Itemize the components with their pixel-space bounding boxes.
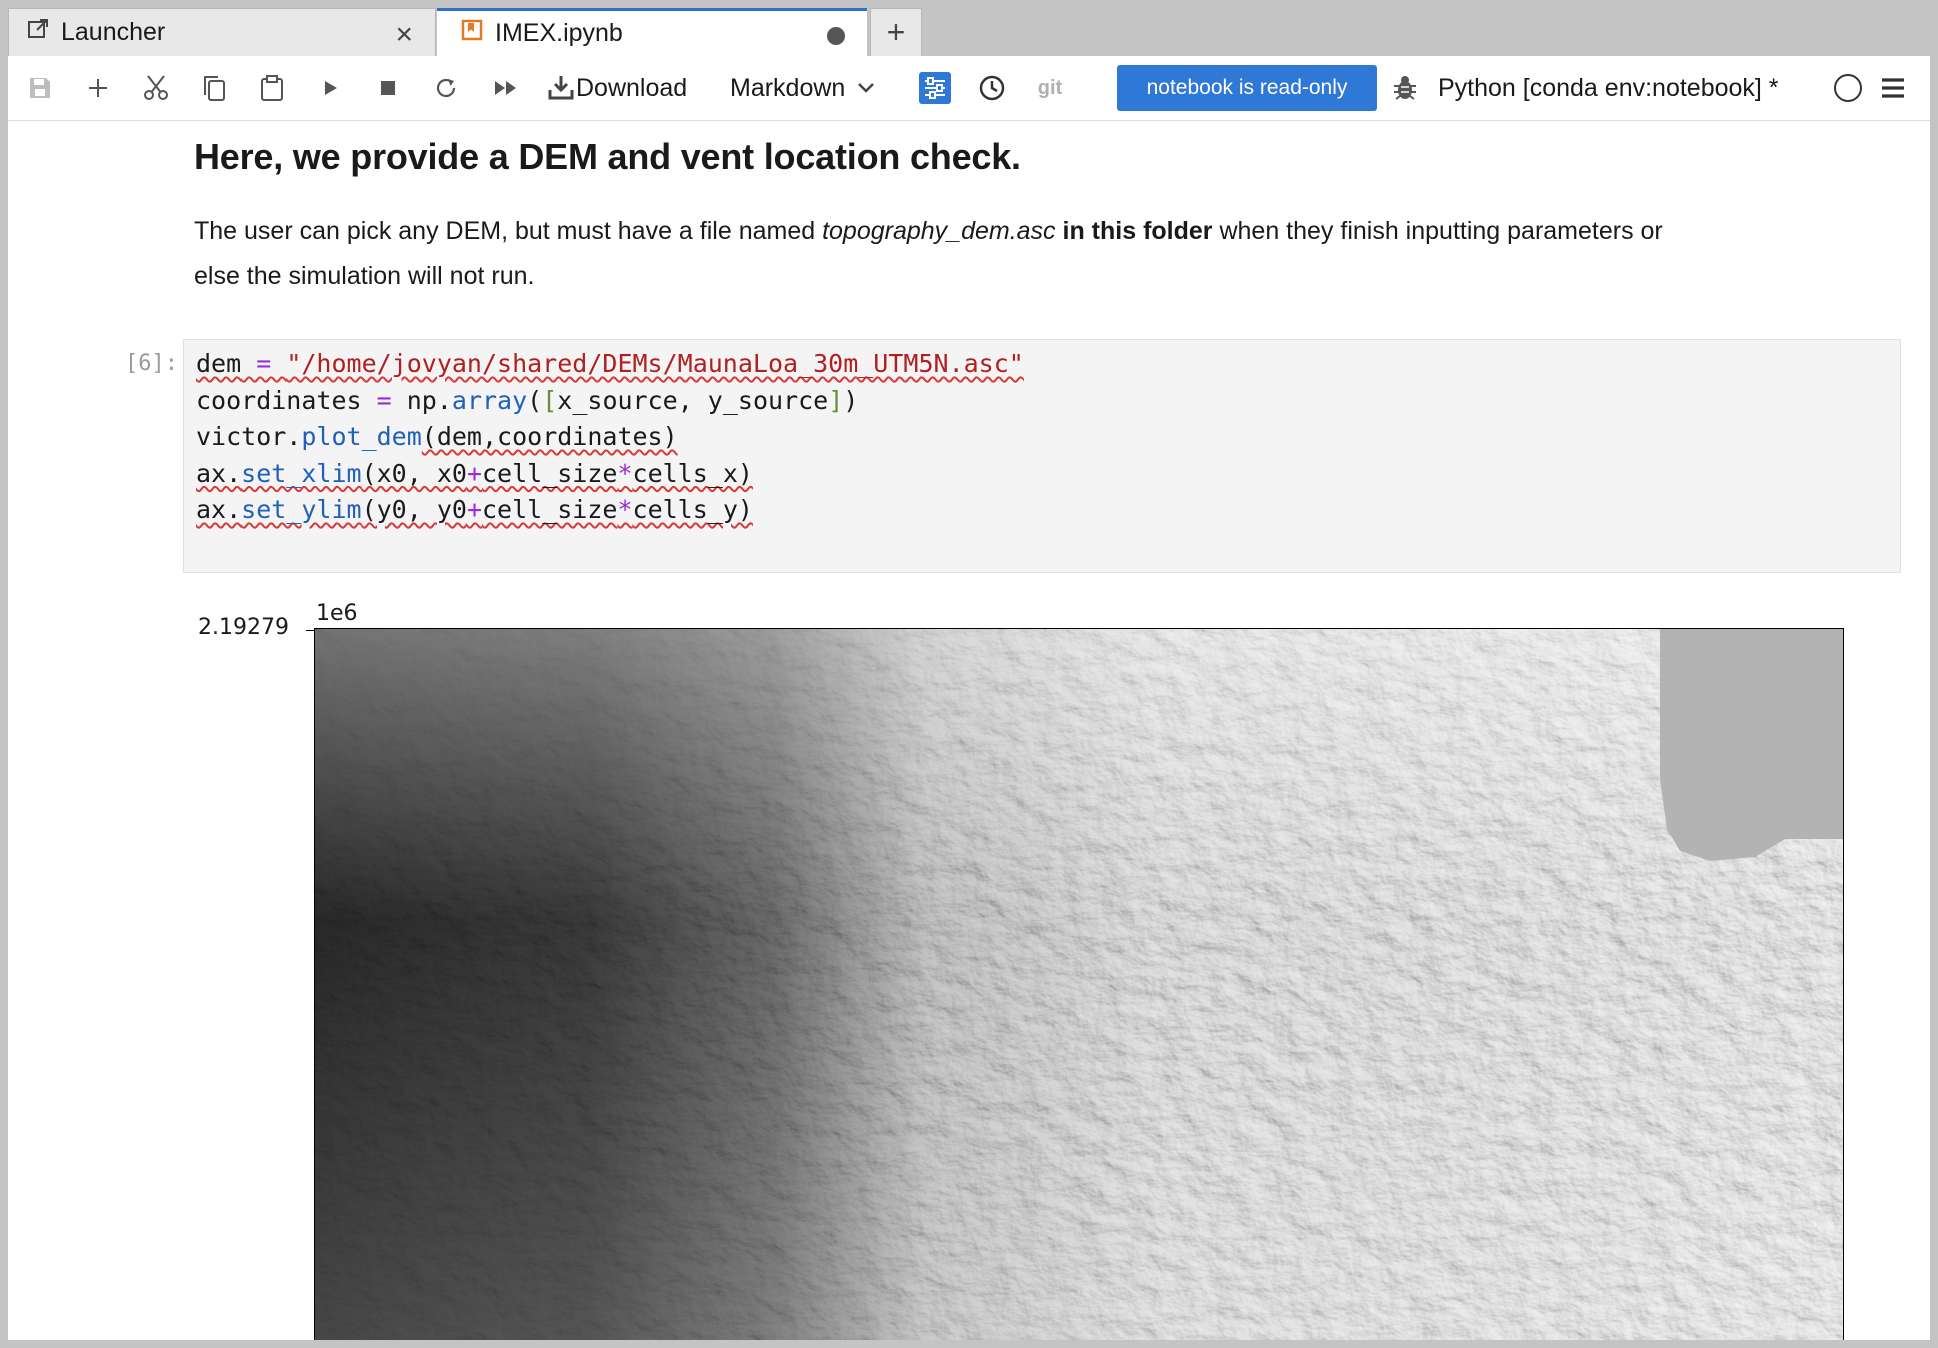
code-token: * — [617, 495, 633, 524]
kernel-name[interactable]: Python [conda env:notebook] * — [1438, 70, 1779, 106]
code-token: coordinates — [196, 385, 377, 415]
play-icon — [320, 78, 340, 98]
code-token: array — [451, 385, 528, 415]
hamburger-menu-icon — [1880, 77, 1906, 99]
code-token: ax. — [196, 495, 242, 524]
code-token: victor. — [196, 422, 302, 451]
markdown-heading: Here, we provide a DEM and vent location… — [194, 136, 1021, 177]
code-token: (dem,coordinates) — [421, 422, 678, 451]
tab-launcher-label: Launcher — [61, 18, 166, 46]
notebook-toolbar: Download Markdown git notebook is read-o… — [8, 56, 1930, 121]
code-token: cell_size — [482, 495, 618, 524]
stop-icon — [379, 79, 397, 97]
chevron-down-icon — [857, 82, 875, 94]
copy-icon — [201, 74, 227, 102]
code-token: [ — [542, 385, 558, 415]
download-icon — [548, 74, 574, 102]
external-link-icon — [27, 18, 49, 47]
git-label: git — [1037, 76, 1063, 99]
property-inspector-button[interactable] — [918, 70, 952, 106]
readonly-badge[interactable]: notebook is read-only — [1117, 65, 1377, 111]
fast-forward-icon — [493, 78, 519, 98]
unsaved-changes-indicator[interactable] — [827, 27, 845, 45]
interrupt-kernel-button[interactable] — [370, 70, 406, 106]
bug-icon — [1392, 74, 1418, 102]
code-token: ax.set_xlim(x0, x0+cell_size*cells_x) — [196, 459, 753, 488]
para-bold: in this folder — [1055, 217, 1213, 245]
restart-kernel-button[interactable] — [428, 70, 464, 106]
save-icon — [28, 76, 52, 100]
cell-type-dropdown[interactable]: Markdown — [730, 70, 900, 106]
scissors-icon — [142, 74, 170, 102]
notebook-panel: Download Markdown git notebook is read-o… — [8, 56, 1930, 1340]
download-label: Download — [576, 73, 688, 102]
code-token: plot_dem — [301, 422, 422, 451]
debugger-button[interactable] — [1388, 70, 1422, 106]
code-token: + — [466, 495, 482, 524]
code-token: ( — [527, 385, 543, 415]
code-token: x_source, y_source — [557, 385, 829, 415]
code-token: set_xlim — [241, 458, 362, 488]
plus-icon: + — [886, 14, 906, 50]
y-axis-offset-label: 1e6 — [316, 601, 358, 626]
code-token: np. — [391, 385, 452, 415]
dem-hillshade-plot — [314, 628, 1844, 1340]
plus-icon — [87, 77, 109, 99]
code-token: * — [617, 458, 633, 488]
code-token: "/home/jovyan/shared/DEMs/MaunaLoa_30m_U… — [286, 349, 1024, 378]
tab-bar: Launcher × IMEX.ipynb + — [8, 8, 1930, 56]
code-token: set_ylim — [241, 495, 362, 524]
tab-launcher[interactable]: Launcher × — [8, 8, 436, 56]
code-token: ) — [843, 385, 859, 415]
tab-imex-label: IMEX.ipynb — [495, 19, 623, 47]
settings-sliders-icon — [919, 72, 951, 104]
para-text-1: The user can pick any DEM, but must have… — [194, 217, 823, 245]
save-button[interactable] — [22, 70, 58, 106]
code-token: (y0, y0 — [361, 495, 467, 524]
terrain-highlight — [315, 629, 1843, 1340]
dem-hillshade-image — [315, 629, 1843, 1340]
insert-cell-button[interactable] — [80, 70, 116, 106]
clock-icon — [978, 74, 1006, 102]
markdown-paragraph: The user can pick any DEM, but must have… — [194, 209, 1694, 299]
code-token: (x0, x0 — [361, 458, 467, 488]
code-token: cells_y) — [632, 495, 753, 524]
kernel-idle-icon — [1833, 73, 1863, 103]
code-token: ax.set_ylim(y0, y0+cell_size*cells_y) — [196, 495, 753, 524]
refresh-icon — [434, 76, 458, 100]
code-token: ax. — [196, 458, 242, 488]
paste-cell-button[interactable] — [254, 70, 290, 106]
copy-cell-button[interactable] — [196, 70, 232, 106]
code-token: = — [376, 385, 392, 415]
cell-type-value: Markdown — [730, 73, 846, 102]
history-button[interactable] — [974, 70, 1010, 106]
code-source[interactable]: dem = "/home/jovyan/shared/DEMs/MaunaLoa… — [196, 346, 1024, 529]
kernel-status-indicator — [1830, 70, 1866, 106]
new-tab-button[interactable]: + — [870, 8, 922, 56]
code-token: dem = "/home/jovyan/shared/DEMs/MaunaLoa… — [196, 349, 1024, 378]
run-cell-button[interactable] — [312, 70, 348, 106]
clipboard-icon — [259, 74, 285, 102]
code-cell-editor[interactable]: dem = "/home/jovyan/shared/DEMs/MaunaLoa… — [183, 339, 1901, 573]
code-token: = — [241, 349, 287, 378]
cut-cell-button[interactable] — [138, 70, 174, 106]
git-button[interactable]: git — [1028, 70, 1072, 106]
code-token: ] — [828, 385, 844, 415]
code-token: cell_size — [482, 458, 618, 488]
y-tick-label: 2.19279 — [198, 615, 289, 640]
tab-imex-notebook[interactable]: IMEX.ipynb — [437, 8, 867, 56]
download-button[interactable]: Download — [548, 70, 708, 106]
cell-execution-count: [6]: — [125, 351, 178, 376]
code-token: cells_x) — [632, 458, 753, 488]
notebook-bookmark-icon — [461, 19, 483, 48]
code-token: dem — [196, 349, 242, 378]
toolbar-menu-button[interactable] — [1874, 70, 1912, 106]
run-all-button[interactable] — [486, 70, 526, 106]
ocean-region — [1660, 629, 1843, 861]
code-token: + — [466, 458, 482, 488]
close-icon[interactable]: × — [395, 18, 413, 52]
para-filename: topography_dem.asc — [822, 217, 1056, 245]
